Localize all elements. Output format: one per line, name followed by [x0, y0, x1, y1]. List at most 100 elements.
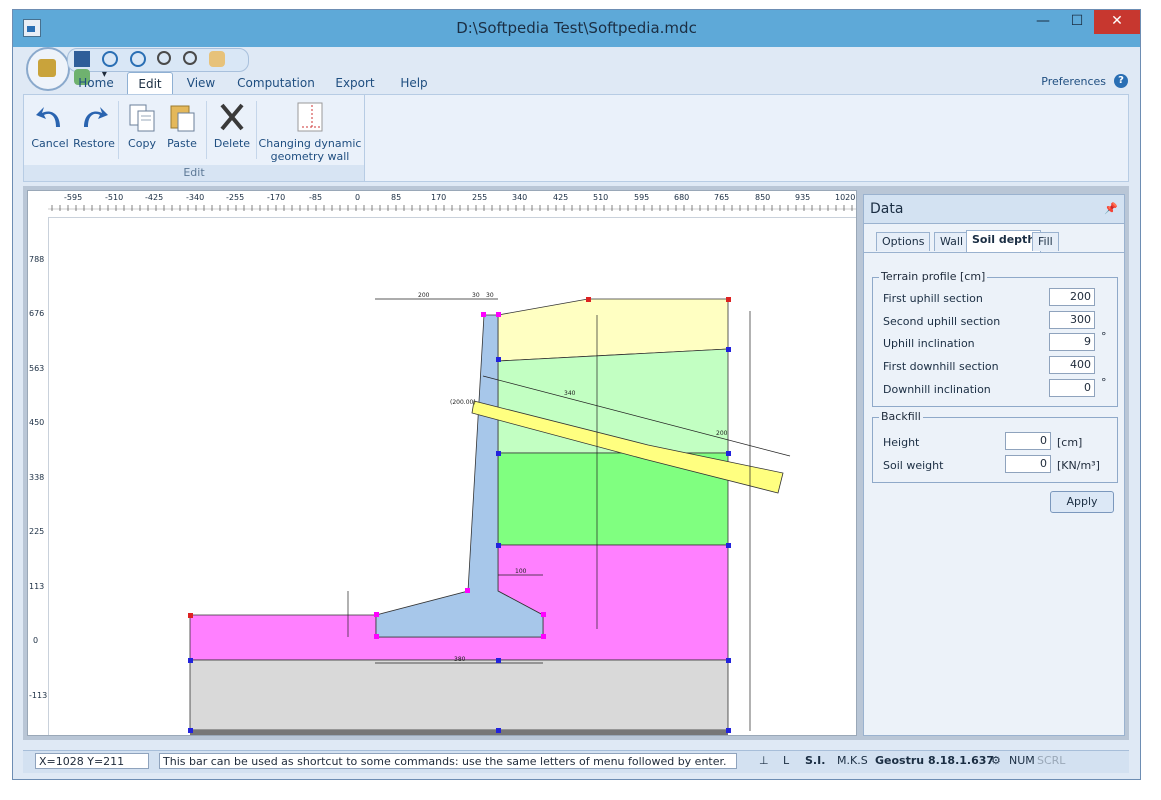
height-label: Height: [883, 436, 920, 449]
app-window: D:\Softpedia Test\Softpedia.mdc — ☐ ✕ ▾ …: [12, 9, 1141, 780]
second-uphill-label: Second uphill section: [883, 315, 1001, 328]
units-si[interactable]: S.I.: [805, 754, 825, 767]
data-tabs: Options Wall Soil depth Fill: [864, 230, 1124, 253]
first-downhill-label: First downhill section: [883, 360, 999, 373]
soil-weight-label: Soil weight: [883, 459, 944, 472]
tab-options[interactable]: Options: [876, 232, 931, 251]
dim-340: 340: [564, 390, 576, 397]
cancel-button[interactable]: Cancel: [30, 101, 70, 150]
quick-access-toolbar: ▾: [67, 48, 249, 85]
paste-icon: [170, 105, 195, 132]
soil-weight-unit: [KN/m³]: [1057, 459, 1100, 472]
uphill-inclination-input[interactable]: 9: [1049, 333, 1095, 351]
units-mks[interactable]: M.K.S: [837, 754, 868, 767]
first-downhill-input[interactable]: 400: [1049, 356, 1095, 374]
zoom-out-icon[interactable]: [183, 51, 198, 65]
delete-button[interactable]: Delete: [212, 101, 252, 150]
downhill-inclination-input[interactable]: 0: [1049, 379, 1095, 397]
apply-button[interactable]: Apply: [1050, 491, 1114, 513]
copy-button[interactable]: Copy: [124, 101, 160, 150]
tab-view[interactable]: View: [179, 72, 223, 94]
close-button[interactable]: ✕: [1094, 10, 1140, 34]
window-title: D:\Softpedia Test\Softpedia.mdc: [456, 19, 697, 37]
delete-x-icon: [220, 103, 244, 131]
redo-arrow-icon: [84, 107, 108, 127]
command-bar[interactable]: This bar can be used as shortcut to some…: [159, 753, 737, 769]
tab-home[interactable]: Home: [69, 72, 123, 94]
downhill-inclination-label: Downhill inclination: [883, 383, 991, 396]
backfill-legend: Backfill: [879, 410, 923, 423]
tab-computation[interactable]: Computation: [233, 72, 319, 94]
title-bar: D:\Softpedia Test\Softpedia.mdc — ☐ ✕: [13, 10, 1140, 47]
restore-button[interactable]: Restore: [72, 101, 116, 150]
soil-layer-bottom: [190, 730, 728, 735]
copy-label: Copy: [128, 137, 156, 150]
scroll-lock-indicator: SCRL: [1037, 754, 1066, 767]
status-bar: X=1028 Y=211 This bar can be used as sho…: [23, 750, 1129, 773]
maximize-button[interactable]: ☐: [1060, 10, 1094, 34]
soil-layer-gray[interactable]: [189, 659, 729, 731]
dim-200: 200: [716, 430, 728, 437]
num-lock-indicator: NUM: [1009, 754, 1035, 767]
tab-export[interactable]: Export: [327, 72, 383, 94]
terrain-profile-legend: Terrain profile [cm]: [879, 270, 988, 283]
undo-icon[interactable]: [101, 51, 118, 67]
tab-fill[interactable]: Fill: [1032, 232, 1059, 251]
tab-wall[interactable]: Wall: [934, 232, 970, 251]
drawing-canvas[interactable]: -595 -510 -425 -340 -255 -170 -85 0 85 1…: [27, 190, 857, 736]
dim-label-200-00: (200.00): [450, 399, 476, 406]
preferences-link[interactable]: Preferences: [1041, 75, 1106, 88]
application-menu-button[interactable]: [26, 47, 70, 91]
dim-30-b: 30: [486, 292, 494, 299]
data-panel-header: Data 📌: [864, 195, 1124, 224]
tab-soil-depth[interactable]: Soil depth: [966, 230, 1042, 252]
changing-dynamic-geometry-wall-button[interactable]: Changing dynamic geometry wall: [258, 101, 362, 163]
section-icon: Ⅼ: [783, 754, 790, 767]
dim-200-top: 200: [418, 292, 430, 299]
ribbon-separator: [206, 101, 207, 159]
undo-arrow-icon: [36, 107, 60, 127]
version-label: Geostru 8.18.1.637: [875, 754, 995, 767]
dim-30-a: 30: [472, 292, 480, 299]
changing-label-line1: Changing dynamic: [258, 137, 362, 150]
delete-label: Delete: [213, 137, 251, 150]
soil-weight-input[interactable]: 0: [1005, 455, 1051, 473]
pin-icon[interactable]: 📌: [1104, 195, 1118, 223]
tab-help[interactable]: Help: [391, 72, 437, 94]
height-unit: [cm]: [1057, 436, 1083, 449]
help-icon[interactable]: ?: [1114, 74, 1128, 88]
uphill-inclination-unit: °: [1101, 330, 1107, 343]
ribbon-separator: [118, 101, 119, 159]
workspace: -595 -510 -425 -340 -255 -170 -85 0 85 1…: [23, 186, 1129, 740]
downhill-inclination-unit: °: [1101, 376, 1107, 389]
tab-edit[interactable]: Edit: [127, 72, 173, 94]
pan-icon[interactable]: [209, 51, 226, 67]
first-uphill-label: First uphill section: [883, 292, 983, 305]
paste-button[interactable]: Paste: [164, 101, 200, 150]
wall-icon: ⊥: [759, 754, 769, 767]
changing-label-line2: geometry wall: [270, 150, 350, 163]
zoom-in-icon[interactable]: [157, 51, 172, 65]
edit-group: Cancel Restore Copy Paste Delete Changin…: [24, 95, 365, 181]
ribbon-separator: [256, 101, 257, 159]
restore-label: Restore: [73, 137, 115, 150]
cursor-coordinates: X=1028 Y=211: [35, 753, 149, 769]
ribbon-panel: Cancel Restore Copy Paste Delete Changin…: [23, 94, 1129, 182]
redo-icon[interactable]: [129, 51, 146, 67]
cancel-label: Cancel: [31, 137, 69, 150]
wall-drawing: 200 30 30 100 380 340 200 (200.00): [188, 292, 791, 735]
height-input[interactable]: 0: [1005, 432, 1051, 450]
wall-geometry-icon: [297, 102, 323, 132]
dim-380: 380: [454, 656, 466, 663]
network-icon: ⚙: [991, 754, 1001, 767]
save-icon[interactable]: [74, 51, 90, 67]
second-uphill-input[interactable]: 300: [1049, 311, 1095, 329]
copy-icon: [129, 104, 155, 132]
data-panel: Data 📌 Options Wall Soil depth Fill Terr…: [863, 194, 1125, 736]
data-panel-title: Data: [870, 201, 904, 217]
minimize-button[interactable]: —: [1026, 10, 1060, 34]
first-uphill-input[interactable]: 200: [1049, 288, 1095, 306]
uphill-inclination-label: Uphill inclination: [883, 337, 975, 350]
terrain-profile-group: Terrain profile [cm] First uphill sectio…: [872, 270, 1118, 407]
backfill-group: Backfill Height 0 [cm] Soil weight 0 [KN…: [872, 410, 1118, 483]
